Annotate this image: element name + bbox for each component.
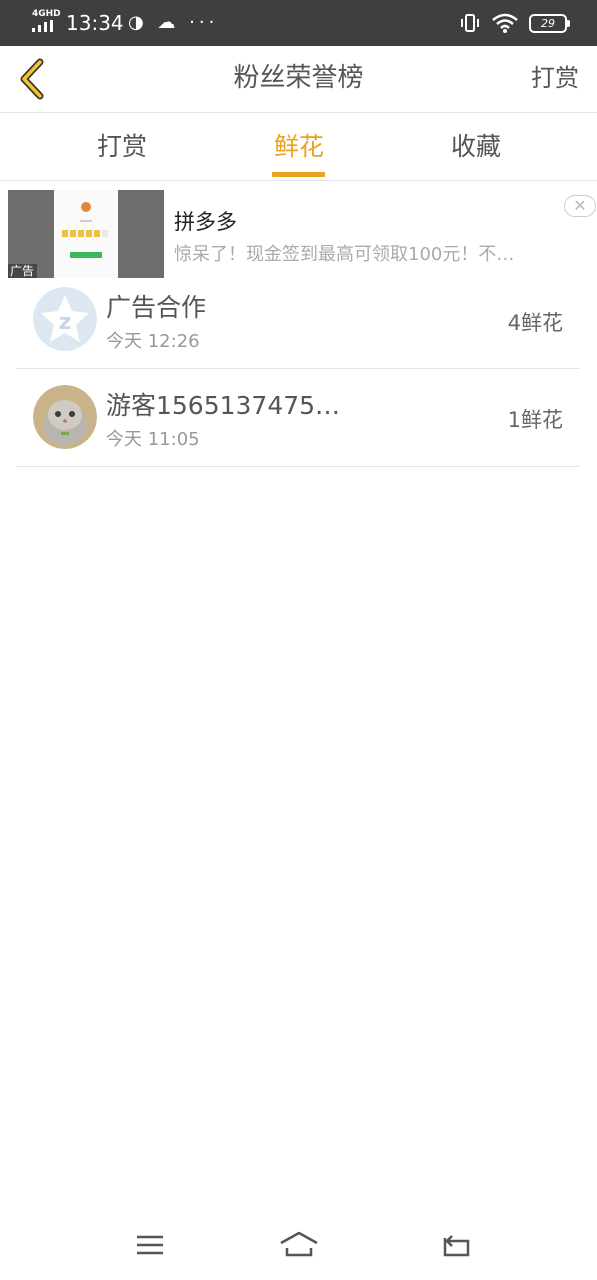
- user-name: 游客1565137475…: [106, 391, 341, 420]
- flower-count: 4鲜花: [507, 311, 563, 335]
- signal-icon: [32, 20, 53, 32]
- active-tab-indicator: [272, 172, 325, 177]
- tab-favorites[interactable]: 收藏: [414, 113, 538, 180]
- list-item[interactable]: 游客1565137475… 今天 11:05 1鲜花: [16, 369, 580, 467]
- status-bar: 4GHD 13:34 ◑ ☁ ··· 29: [0, 0, 597, 46]
- clock: 13:34: [66, 11, 124, 35]
- wifi-icon: [492, 13, 518, 33]
- timestamp: 今天 11:05: [106, 429, 200, 450]
- list-item[interactable]: z 广告合作 今天 12:26 4鲜花: [16, 278, 580, 369]
- tab-reward[interactable]: 打赏: [60, 113, 184, 180]
- qzone-star-avatar: z: [33, 287, 97, 351]
- cat-photo-avatar: [33, 385, 97, 449]
- top-bar: 粉丝荣誉榜 打赏: [0, 46, 597, 113]
- system-nav-bar: [0, 1210, 597, 1280]
- ad-label: 广告: [8, 264, 38, 278]
- ad-banner[interactable]: 广告 拼多多 惊呆了！现金签到最高可领取100元！不… ✕: [8, 190, 597, 278]
- ad-thumbnail: 广告: [8, 190, 164, 278]
- user-name: 广告合作: [106, 293, 207, 322]
- ad-close-button[interactable]: ✕: [564, 195, 596, 217]
- page-title: 粉丝荣誉榜: [233, 63, 364, 93]
- status-right: 29: [459, 10, 570, 36]
- network-type: 4GHD: [32, 9, 61, 19]
- ad-description: 惊呆了！现金签到最高可领取100元！不…: [174, 244, 515, 265]
- tab-flowers[interactable]: 鲜花: [237, 113, 361, 180]
- vibrate-icon: [461, 14, 479, 32]
- flower-count: 1鲜花: [507, 408, 563, 432]
- ad-screenshot: [54, 190, 118, 278]
- fan-ranking-list: z 广告合作 今天 12:26 4鲜花 游客1565137475… 今天 11:…: [16, 278, 580, 467]
- battery-icon: 29: [529, 13, 570, 33]
- back-icon[interactable]: [435, 1228, 475, 1262]
- reward-button[interactable]: 打赏: [531, 46, 579, 110]
- ad-title: 拼多多: [174, 210, 237, 234]
- menu-icon[interactable]: [130, 1228, 170, 1262]
- svg-text:z: z: [59, 310, 72, 335]
- notification-icons: ◑ ☁ ···: [128, 12, 219, 33]
- tab-bar: 打赏 鲜花 收藏: [0, 113, 597, 181]
- home-icon[interactable]: [279, 1228, 319, 1262]
- timestamp: 今天 12:26: [106, 331, 200, 352]
